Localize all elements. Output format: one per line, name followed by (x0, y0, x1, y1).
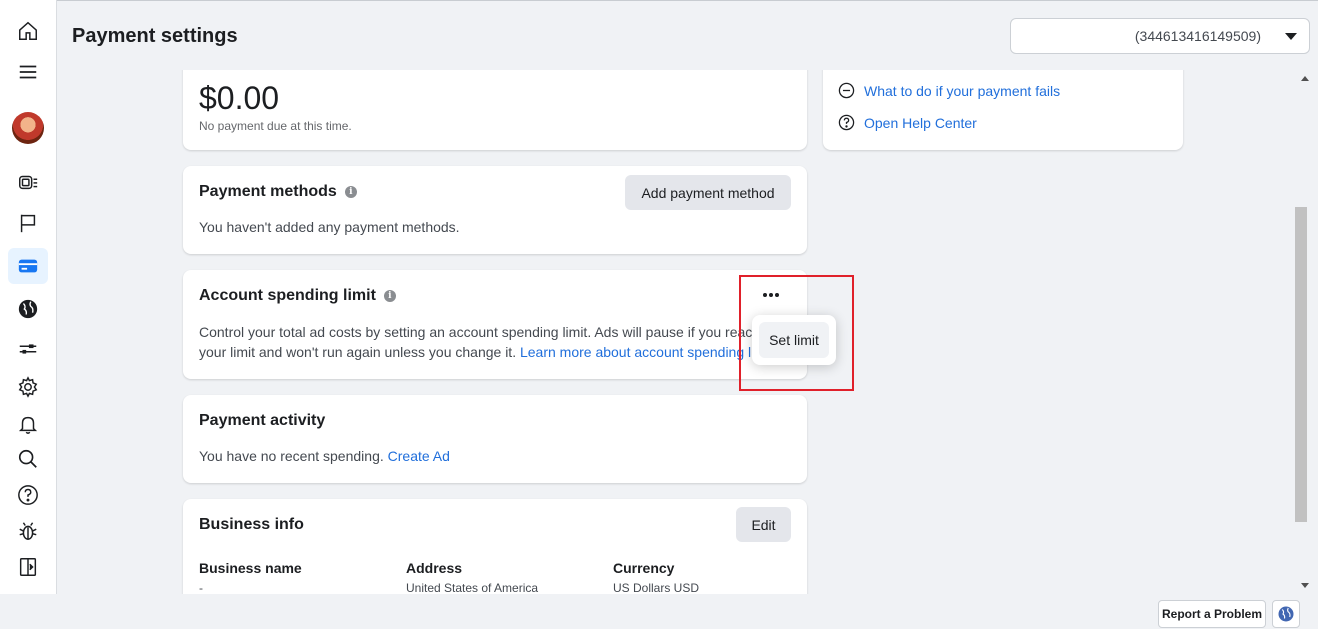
help-center-link[interactable]: Open Help Center (838, 114, 977, 131)
bug-icon[interactable] (8, 513, 48, 549)
currency-header: Currency (613, 560, 675, 576)
payment-fails-link[interactable]: What to do if your payment fails (838, 82, 1060, 99)
avatar[interactable] (8, 110, 48, 146)
payment-methods-empty-text: You haven't added any payment methods. (199, 219, 460, 235)
help-icon[interactable] (8, 477, 48, 513)
left-nav-rail (0, 0, 57, 594)
help-card: What to do if your payment fails Open He… (823, 70, 1183, 150)
globe-icon[interactable] (8, 291, 48, 327)
billing-icon[interactable] (8, 248, 48, 284)
create-ad-link[interactable]: Create Ad (388, 448, 450, 464)
scroll-down-arrow-icon[interactable] (1301, 583, 1309, 588)
balance-card: $0.00 No payment due at this time. (183, 70, 807, 150)
gear-icon[interactable] (8, 369, 48, 405)
minus-circle-icon (838, 82, 855, 99)
payment-activity-title: Payment activity (199, 412, 326, 429)
ads-manager-icon[interactable] (8, 164, 48, 200)
help-center-label: Open Help Center (864, 114, 977, 131)
address-column: Address United States of America (406, 560, 538, 594)
payment-fails-label: What to do if your payment fails (864, 82, 1061, 99)
footer: Report a Problem (0, 594, 1318, 629)
currency-value: US Dollars USD (613, 581, 700, 594)
vertical-scrollbar[interactable] (1294, 70, 1318, 594)
payment-methods-title-text: Payment methods (199, 183, 337, 200)
scroll-thumb[interactable] (1295, 207, 1307, 522)
page-header: Payment settings (344613416149509) (57, 1, 1318, 70)
learn-more-link[interactable]: Learn more about account spending li (520, 344, 754, 360)
bell-icon[interactable] (8, 406, 48, 442)
business-info-card: Business info Edit Business name - Addre… (183, 499, 807, 594)
spending-limit-card: Account spending limit i Control your to… (183, 270, 807, 379)
language-globe-icon[interactable] (1272, 600, 1300, 628)
payment-activity-text-body: You have no recent spending. (199, 448, 384, 464)
address-value: United States of America (406, 581, 539, 594)
home-icon[interactable] (8, 13, 48, 49)
page-title: Payment settings (72, 25, 238, 47)
business-name-value: - (199, 581, 203, 594)
report-problem-button[interactable]: Report a Problem (1158, 600, 1266, 628)
edit-button[interactable]: Edit (736, 507, 791, 542)
add-payment-method-button[interactable]: Add payment method (625, 175, 791, 210)
highlight-box (739, 275, 854, 391)
balance-subtext: No payment due at this time. (199, 119, 352, 133)
payment-activity-card: Payment activity You have no recent spen… (183, 395, 807, 483)
scroll-up-arrow-icon[interactable] (1301, 76, 1309, 81)
spending-limit-text-line2: your limit and won't run again unless yo… (199, 344, 517, 360)
payment-methods-title: Payment methods i (199, 183, 357, 201)
payment-activity-text: You have no recent spending. Create Ad (199, 446, 450, 466)
currency-column: Currency US Dollars USD (613, 560, 699, 594)
business-name-header: Business name (199, 560, 302, 576)
spending-limit-title-text: Account spending limit (199, 287, 376, 304)
spending-limit-description: Control your total ad costs by setting a… (199, 322, 764, 362)
balance-amount: $0.00 (199, 80, 280, 116)
search-icon[interactable] (8, 441, 48, 477)
menu-icon[interactable] (8, 54, 48, 90)
spending-limit-text-line1: Control your total ad costs by setting a… (199, 324, 753, 340)
business-name-column: Business name - (199, 560, 302, 594)
payment-methods-card: Payment methods i Add payment method You… (183, 166, 807, 254)
business-info-title: Business info (199, 516, 304, 533)
sidebar-toggle-icon[interactable] (8, 549, 48, 585)
address-header: Address (406, 560, 463, 576)
flag-icon[interactable] (8, 205, 48, 241)
info-icon[interactable]: i (344, 186, 357, 198)
account-selector[interactable]: (344613416149509) (1010, 18, 1310, 54)
question-circle-icon (838, 114, 855, 131)
info-icon[interactable]: i (383, 290, 396, 302)
caret-down-icon (1285, 33, 1297, 40)
main-content: $0.00 No payment due at this time. What … (57, 70, 1294, 594)
sliders-icon[interactable] (8, 331, 48, 367)
account-id: (344613416149509) (1134, 28, 1261, 44)
spending-limit-title: Account spending limit i (199, 287, 396, 305)
